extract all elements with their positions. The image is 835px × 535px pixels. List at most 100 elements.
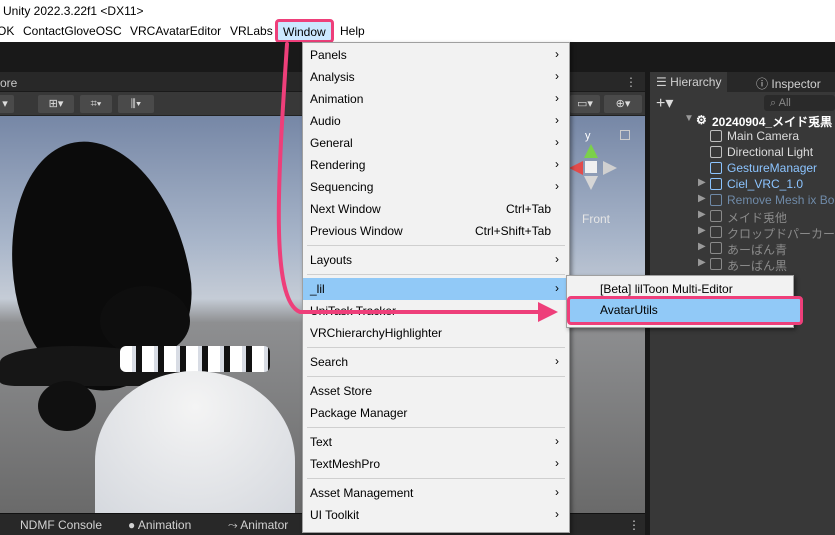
menu-item-rendering[interactable]: Rendering › <box>303 154 569 176</box>
gizmo-neg-y-arrow-icon[interactable] <box>584 176 598 190</box>
menu-item-previous-window[interactable]: Previous Window Ctrl+Shift+Tab <box>303 220 569 242</box>
menu-item-asset-management[interactable]: Asset Management › <box>303 482 569 504</box>
menu-item-avatarutils[interactable]: AvatarUtils <box>567 296 803 325</box>
add-icon[interactable]: +▾ <box>656 93 673 113</box>
dropdown-icon[interactable]: ▾ <box>0 95 14 113</box>
expand-arrow-icon[interactable]: ▶ <box>698 225 706 236</box>
gizmos-icon[interactable]: ⊕▾ <box>604 95 642 113</box>
menu-item-label: Previous Window <box>310 224 403 238</box>
expand-arrow-icon[interactable]: ▶ <box>698 177 706 188</box>
expand-arrow-icon[interactable]: ▶ <box>698 193 706 204</box>
camera-icon[interactable]: ▭▾ <box>570 95 600 113</box>
animator-icon: ⤳ <box>228 518 238 532</box>
menu-item-ui-toolkit[interactable]: UI Toolkit › <box>303 504 569 526</box>
menu-window[interactable]: Window <box>275 19 334 43</box>
tab-inspector[interactable]: ⓘ Inspector <box>750 72 827 92</box>
menu-separator <box>307 478 565 479</box>
expand-arrow-icon[interactable]: ▶ <box>698 209 706 220</box>
submenu-arrow-icon: › <box>555 179 559 193</box>
menu-item-label: Animation <box>310 92 364 106</box>
menu-item-analysis[interactable]: Analysis › <box>303 66 569 88</box>
tab-animation[interactable]: ● Animation <box>128 518 191 532</box>
menu-contactgloveosc[interactable]: ContactGloveOSC <box>23 24 122 38</box>
row-label: あーばん黒 <box>727 259 788 273</box>
hierarchy-row[interactable]: GestureManager <box>650 160 835 176</box>
gizmo-center-cube-icon[interactable] <box>585 161 597 173</box>
menu-item-search[interactable]: Search › <box>303 351 569 373</box>
menu-separator <box>307 376 565 377</box>
row-label: Main Camera <box>727 129 800 143</box>
gizmo-view-label[interactable]: Front <box>582 212 610 226</box>
menu-separator <box>307 274 565 275</box>
collapse-arrow-icon[interactable]: ▼ <box>684 113 694 124</box>
hierarchy-row[interactable]: Directional Light <box>650 144 835 160</box>
menu-item-panels[interactable]: Panels › <box>303 44 569 66</box>
hierarchy-row[interactable]: ▶ クロップドパーカーコーデ <box>650 224 835 241</box>
gameobject-icon <box>710 242 722 254</box>
lock-icon[interactable] <box>620 130 630 140</box>
menu-item-label: Audio <box>310 114 341 128</box>
gameobject-icon <box>710 130 722 142</box>
more-options-icon[interactable]: ⋮ <box>625 75 637 89</box>
menu-separator <box>307 245 565 246</box>
hierarchy-row[interactable]: ▶ あーばん青 <box>650 240 835 257</box>
menu-item-label: Layouts <box>310 253 353 267</box>
menu-item-label: Analysis <box>310 70 355 84</box>
menu-ok[interactable]: OK <box>0 24 14 38</box>
snap-increment-icon[interactable]: ⌗▾ <box>80 95 112 113</box>
menu-item-label: VRChierarchyHighlighter <box>310 326 443 340</box>
hierarchy-row[interactable]: ▶ Ciel_VRC_1.0 <box>650 176 835 192</box>
menu-item-package-manager[interactable]: Package Manager <box>303 402 569 424</box>
menu-item-label: General <box>310 136 353 150</box>
menu-vrcavatareditor[interactable]: VRCAvatarEditor <box>130 24 221 38</box>
prefab-icon <box>710 178 722 190</box>
tab-inspector-label: Inspector <box>771 77 821 91</box>
menu-item-label: AvatarUtils <box>600 303 658 317</box>
ruler-icon[interactable]: ⫼▾ <box>118 95 154 113</box>
gizmo-y-arrow-icon[interactable] <box>584 144 598 158</box>
menu-item-animation[interactable]: Animation › <box>303 88 569 110</box>
expand-arrow-icon[interactable]: ▶ <box>698 257 706 268</box>
expand-arrow-icon[interactable]: ▶ <box>698 241 706 252</box>
submenu-arrow-icon: › <box>555 47 559 61</box>
menu-item-lil[interactable]: _lil › <box>303 278 569 300</box>
menu-item-audio[interactable]: Audio › <box>303 110 569 132</box>
gizmo-x-arrow-icon[interactable] <box>569 161 583 175</box>
hierarchy-row[interactable]: ▶ Remove Mesh ix Bo <box>650 192 835 208</box>
window-title: Unity 2022.3.22f1 <DX11> <box>3 4 144 18</box>
more-options-icon[interactable]: ⋮ <box>628 518 640 532</box>
grid-snap-icon[interactable]: ⊞▾ <box>38 95 74 113</box>
menu-bar: OK ContactGloveOSC VRCAvatarEditor VRLab… <box>0 19 835 43</box>
search-placeholder: All <box>778 97 791 109</box>
menu-item-textmeshpro[interactable]: TextMeshPro › <box>303 453 569 475</box>
tab-animator[interactable]: ⤳ Animator <box>228 518 288 533</box>
hierarchy-search-input[interactable]: ⌕ All <box>764 95 835 111</box>
menu-item-asset-store[interactable]: Asset Store <box>303 380 569 402</box>
scene-tab[interactable]: ore <box>0 76 17 90</box>
menu-item-vrchierarchyhighlighter[interactable]: VRChierarchyHighlighter <box>303 322 569 344</box>
hierarchy-row[interactable]: Main Camera <box>650 128 835 144</box>
gameobject-icon <box>710 258 722 270</box>
menu-item-general[interactable]: General › <box>303 132 569 154</box>
menu-item-sequencing[interactable]: Sequencing › <box>303 176 569 198</box>
hierarchy-row[interactable]: ▶ あーばん黒 <box>650 256 835 273</box>
menu-item-next-window[interactable]: Next Window Ctrl+Tab <box>303 198 569 220</box>
hierarchy-row[interactable]: ▶ メイド兎他 <box>650 208 835 225</box>
info-icon: ⓘ <box>756 77 769 91</box>
submenu-arrow-icon: › <box>555 507 559 521</box>
window-title-bar: Unity 2022.3.22f1 <DX11> <box>0 0 835 21</box>
menu-item-text[interactable]: Text › <box>303 431 569 453</box>
gizmo-neg-x-arrow-icon[interactable] <box>603 161 617 175</box>
tab-animation-label: Animation <box>137 518 192 532</box>
hierarchy-root-row[interactable]: ▼ ⚙ 20240904_メイド兎黒 <box>650 112 835 129</box>
menu-item-label: Sequencing <box>310 180 374 194</box>
menu-vrlabs[interactable]: VRLabs <box>230 24 273 38</box>
tab-ndmf-console[interactable]: NDMF Console <box>20 518 102 532</box>
menu-item-layouts[interactable]: Layouts › <box>303 249 569 271</box>
menu-separator <box>307 347 565 348</box>
menu-item-unitask-tracker[interactable]: UniTask Tracker <box>303 300 569 322</box>
tab-hierarchy[interactable]: ☰ Hierarchy <box>650 72 728 92</box>
animation-icon: ● <box>128 518 136 532</box>
shortcut-label: Ctrl+Shift+Tab <box>474 224 551 238</box>
menu-help[interactable]: Help <box>340 24 365 38</box>
